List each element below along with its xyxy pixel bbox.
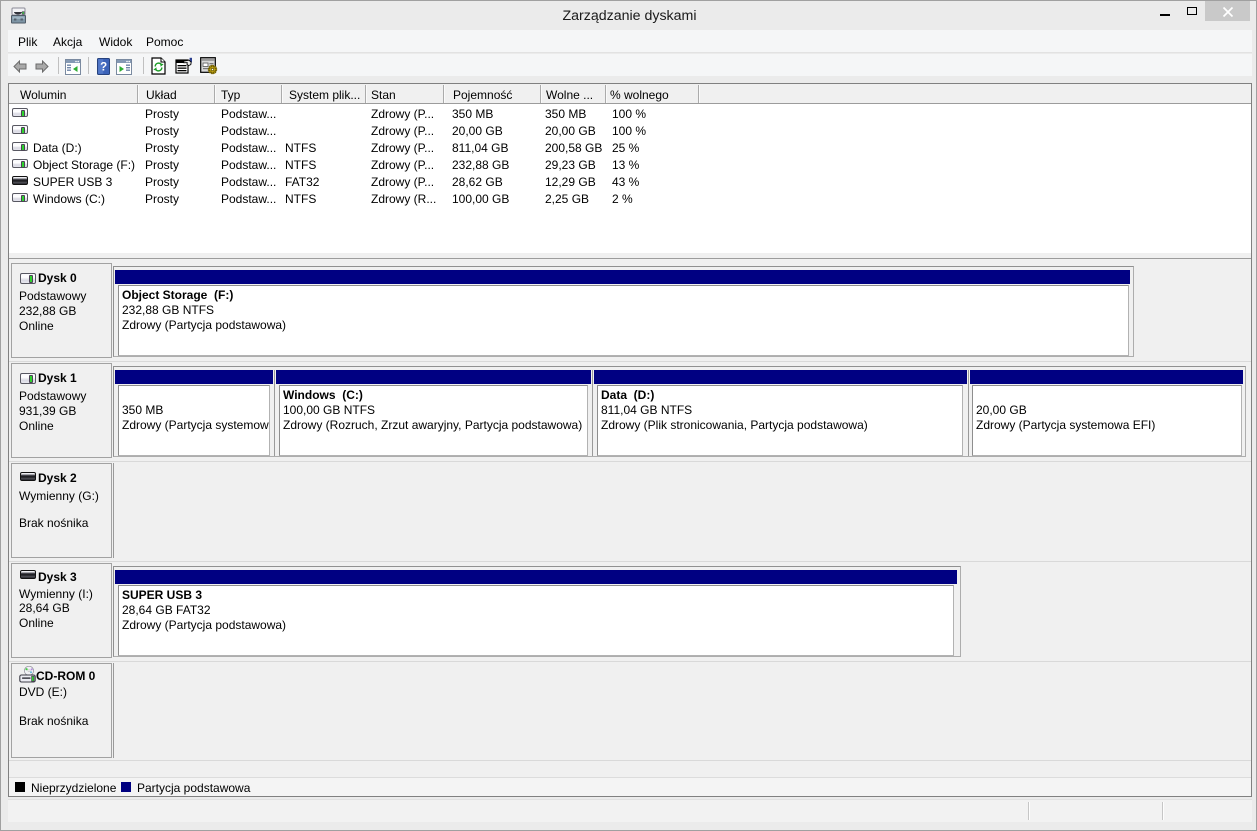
svg-text:?: ? [100, 62, 107, 74]
